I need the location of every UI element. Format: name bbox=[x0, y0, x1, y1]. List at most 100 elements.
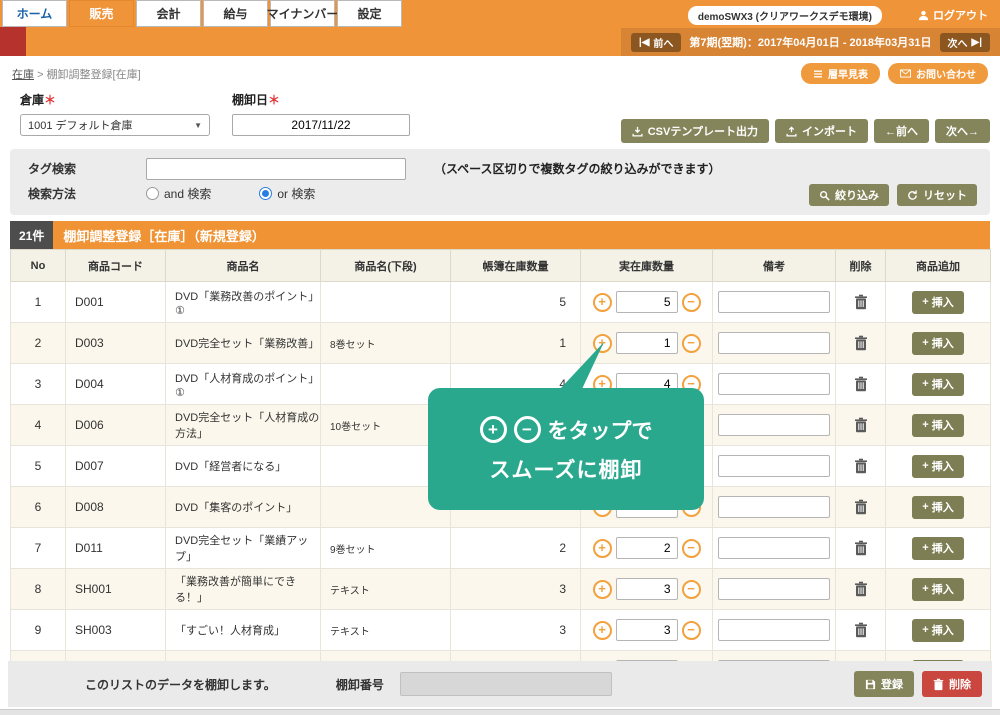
import-button[interactable]: インポート bbox=[775, 119, 868, 143]
register-button[interactable]: 登録 bbox=[854, 671, 914, 697]
breadcrumb-separator: > bbox=[37, 69, 43, 81]
trash-icon bbox=[854, 417, 868, 433]
insert-row-button[interactable]: + 挿入 bbox=[912, 373, 963, 396]
book-qty: 5 bbox=[451, 282, 581, 323]
minus-icon[interactable]: − bbox=[682, 293, 701, 312]
header-quick-links: 層早見表 お問い合わせ bbox=[801, 63, 988, 84]
plus-icon: + bbox=[922, 542, 928, 554]
reset-button[interactable]: リセット bbox=[897, 184, 977, 206]
tab-sales[interactable]: 販売 bbox=[69, 0, 134, 27]
remarks-input[interactable] bbox=[718, 414, 830, 436]
minus-icon[interactable]: − bbox=[682, 621, 701, 640]
tab-home[interactable]: ホーム bbox=[2, 0, 67, 27]
warehouse-field-group: 倉庫＊ 1001 デフォルト倉庫 ▼ bbox=[20, 91, 210, 136]
tag-search-input[interactable] bbox=[146, 158, 406, 180]
next-page-button[interactable]: 次へ→ bbox=[935, 119, 990, 143]
remarks-cell bbox=[713, 610, 836, 651]
stocktake-date-field-group: 棚卸日＊ bbox=[232, 91, 410, 136]
add-product-cell: + 挿入 bbox=[886, 610, 991, 651]
tab-accounting[interactable]: 会計 bbox=[136, 0, 201, 27]
delete-row-button[interactable] bbox=[852, 374, 870, 394]
insert-row-button[interactable]: + 挿入 bbox=[912, 332, 963, 355]
filter-button[interactable]: 絞り込み bbox=[809, 184, 889, 206]
period-prev-button[interactable]: |◀ 前へ bbox=[631, 33, 682, 52]
footer-buttons: 登録 削除 bbox=[854, 671, 982, 697]
actual-qty-input[interactable] bbox=[616, 578, 678, 600]
minus-icon[interactable]: − bbox=[682, 539, 701, 558]
delete-row-button[interactable] bbox=[852, 415, 870, 435]
logout-button[interactable]: ログアウト bbox=[918, 7, 988, 23]
delete-row-button[interactable] bbox=[852, 333, 870, 353]
remarks-input[interactable] bbox=[718, 291, 830, 313]
book-qty: 3 bbox=[451, 610, 581, 651]
book-qty: 2 bbox=[451, 528, 581, 569]
tab-settings[interactable]: 設定 bbox=[337, 0, 402, 27]
insert-row-button[interactable]: + 挿入 bbox=[912, 291, 963, 314]
product-code: D001 bbox=[66, 282, 166, 323]
warehouse-select[interactable]: 1001 デフォルト倉庫 ▼ bbox=[20, 114, 210, 136]
actual-qty-input[interactable] bbox=[616, 619, 678, 641]
insert-row-button[interactable]: + 挿入 bbox=[912, 619, 963, 642]
insert-row-button[interactable]: + 挿入 bbox=[912, 578, 963, 601]
delete-row-button[interactable] bbox=[852, 620, 870, 640]
product-name: 「すごい！人材育成」 bbox=[166, 610, 321, 651]
actual-qty-input[interactable] bbox=[616, 537, 678, 559]
plus-icon[interactable]: + bbox=[593, 539, 612, 558]
remarks-input[interactable] bbox=[718, 537, 830, 559]
actual-qty-cell: + − bbox=[581, 569, 713, 610]
or-search-radio[interactable]: or 検索 bbox=[259, 185, 315, 202]
delete-row-button[interactable] bbox=[852, 456, 870, 476]
insert-row-button[interactable]: + 挿入 bbox=[912, 537, 963, 560]
environment-badge: demoSWX3 (クリアワークスデモ環境) bbox=[688, 6, 882, 25]
row-number: 5 bbox=[11, 446, 66, 487]
product-name-lower: テキスト bbox=[321, 610, 451, 651]
row-number: 4 bbox=[11, 405, 66, 446]
row-number: 7 bbox=[11, 528, 66, 569]
minus-icon[interactable]: − bbox=[682, 580, 701, 599]
period-next-button[interactable]: 次へ ▶| bbox=[940, 33, 991, 52]
delete-list-button[interactable]: 削除 bbox=[922, 671, 982, 697]
remarks-input[interactable] bbox=[718, 578, 830, 600]
stocktake-date-input[interactable] bbox=[232, 114, 410, 136]
remarks-input[interactable] bbox=[718, 619, 830, 641]
remarks-input[interactable] bbox=[718, 496, 830, 518]
col-product-name: 商品名 bbox=[166, 250, 321, 282]
csv-template-button[interactable]: CSVテンプレート出力 bbox=[621, 119, 769, 143]
col-book-qty: 帳簿在庫数量 bbox=[451, 250, 581, 282]
tab-mynumber[interactable]: マイナンバー bbox=[270, 0, 335, 27]
contact-button[interactable]: お問い合わせ bbox=[888, 63, 988, 84]
add-product-cell: + 挿入 bbox=[886, 487, 991, 528]
tooltip-callout: + − をタップで スムーズに棚卸 bbox=[428, 341, 704, 510]
actual-qty-input[interactable] bbox=[616, 291, 678, 313]
insert-row-button[interactable]: + 挿入 bbox=[912, 496, 963, 519]
quick-reference-button[interactable]: 層早見表 bbox=[801, 63, 880, 84]
delete-row-button[interactable] bbox=[852, 497, 870, 517]
breadcrumb-inventory-link[interactable]: 在庫 bbox=[12, 69, 34, 81]
remarks-input[interactable] bbox=[718, 373, 830, 395]
and-search-radio[interactable]: and 検索 bbox=[146, 185, 211, 202]
delete-cell bbox=[836, 282, 886, 323]
main-nav: ホーム 販売 会計 給与 マイナンバー 設定 bbox=[2, 0, 402, 27]
plus-icon: + bbox=[922, 337, 928, 349]
delete-cell bbox=[836, 446, 886, 487]
tab-payroll[interactable]: 給与 bbox=[203, 0, 268, 27]
delete-row-button[interactable] bbox=[852, 579, 870, 599]
product-code: D006 bbox=[66, 405, 166, 446]
plus-icon[interactable]: + bbox=[593, 293, 612, 312]
col-product-code: 商品コード bbox=[66, 250, 166, 282]
remarks-input[interactable] bbox=[718, 455, 830, 477]
remarks-input[interactable] bbox=[718, 332, 830, 354]
delete-row-button[interactable] bbox=[852, 538, 870, 558]
plus-icon[interactable]: + bbox=[593, 580, 612, 599]
insert-row-button[interactable]: + 挿入 bbox=[912, 455, 963, 478]
remarks-cell bbox=[713, 282, 836, 323]
warehouse-selected-value: 1001 デフォルト倉庫 bbox=[28, 117, 133, 133]
tag-search-label: タグ検索 bbox=[28, 160, 146, 177]
plus-icon[interactable]: + bbox=[593, 621, 612, 640]
delete-row-button[interactable] bbox=[852, 292, 870, 312]
trash-icon bbox=[933, 678, 944, 691]
prev-page-button[interactable]: ←前へ bbox=[874, 119, 929, 143]
top-header: ホーム 販売 会計 給与 マイナンバー 設定 demoSWX3 (クリアワークス… bbox=[0, 0, 1000, 56]
product-name: 「業務改善が簡単にできる！」 bbox=[166, 569, 321, 610]
insert-row-button[interactable]: + 挿入 bbox=[912, 414, 963, 437]
